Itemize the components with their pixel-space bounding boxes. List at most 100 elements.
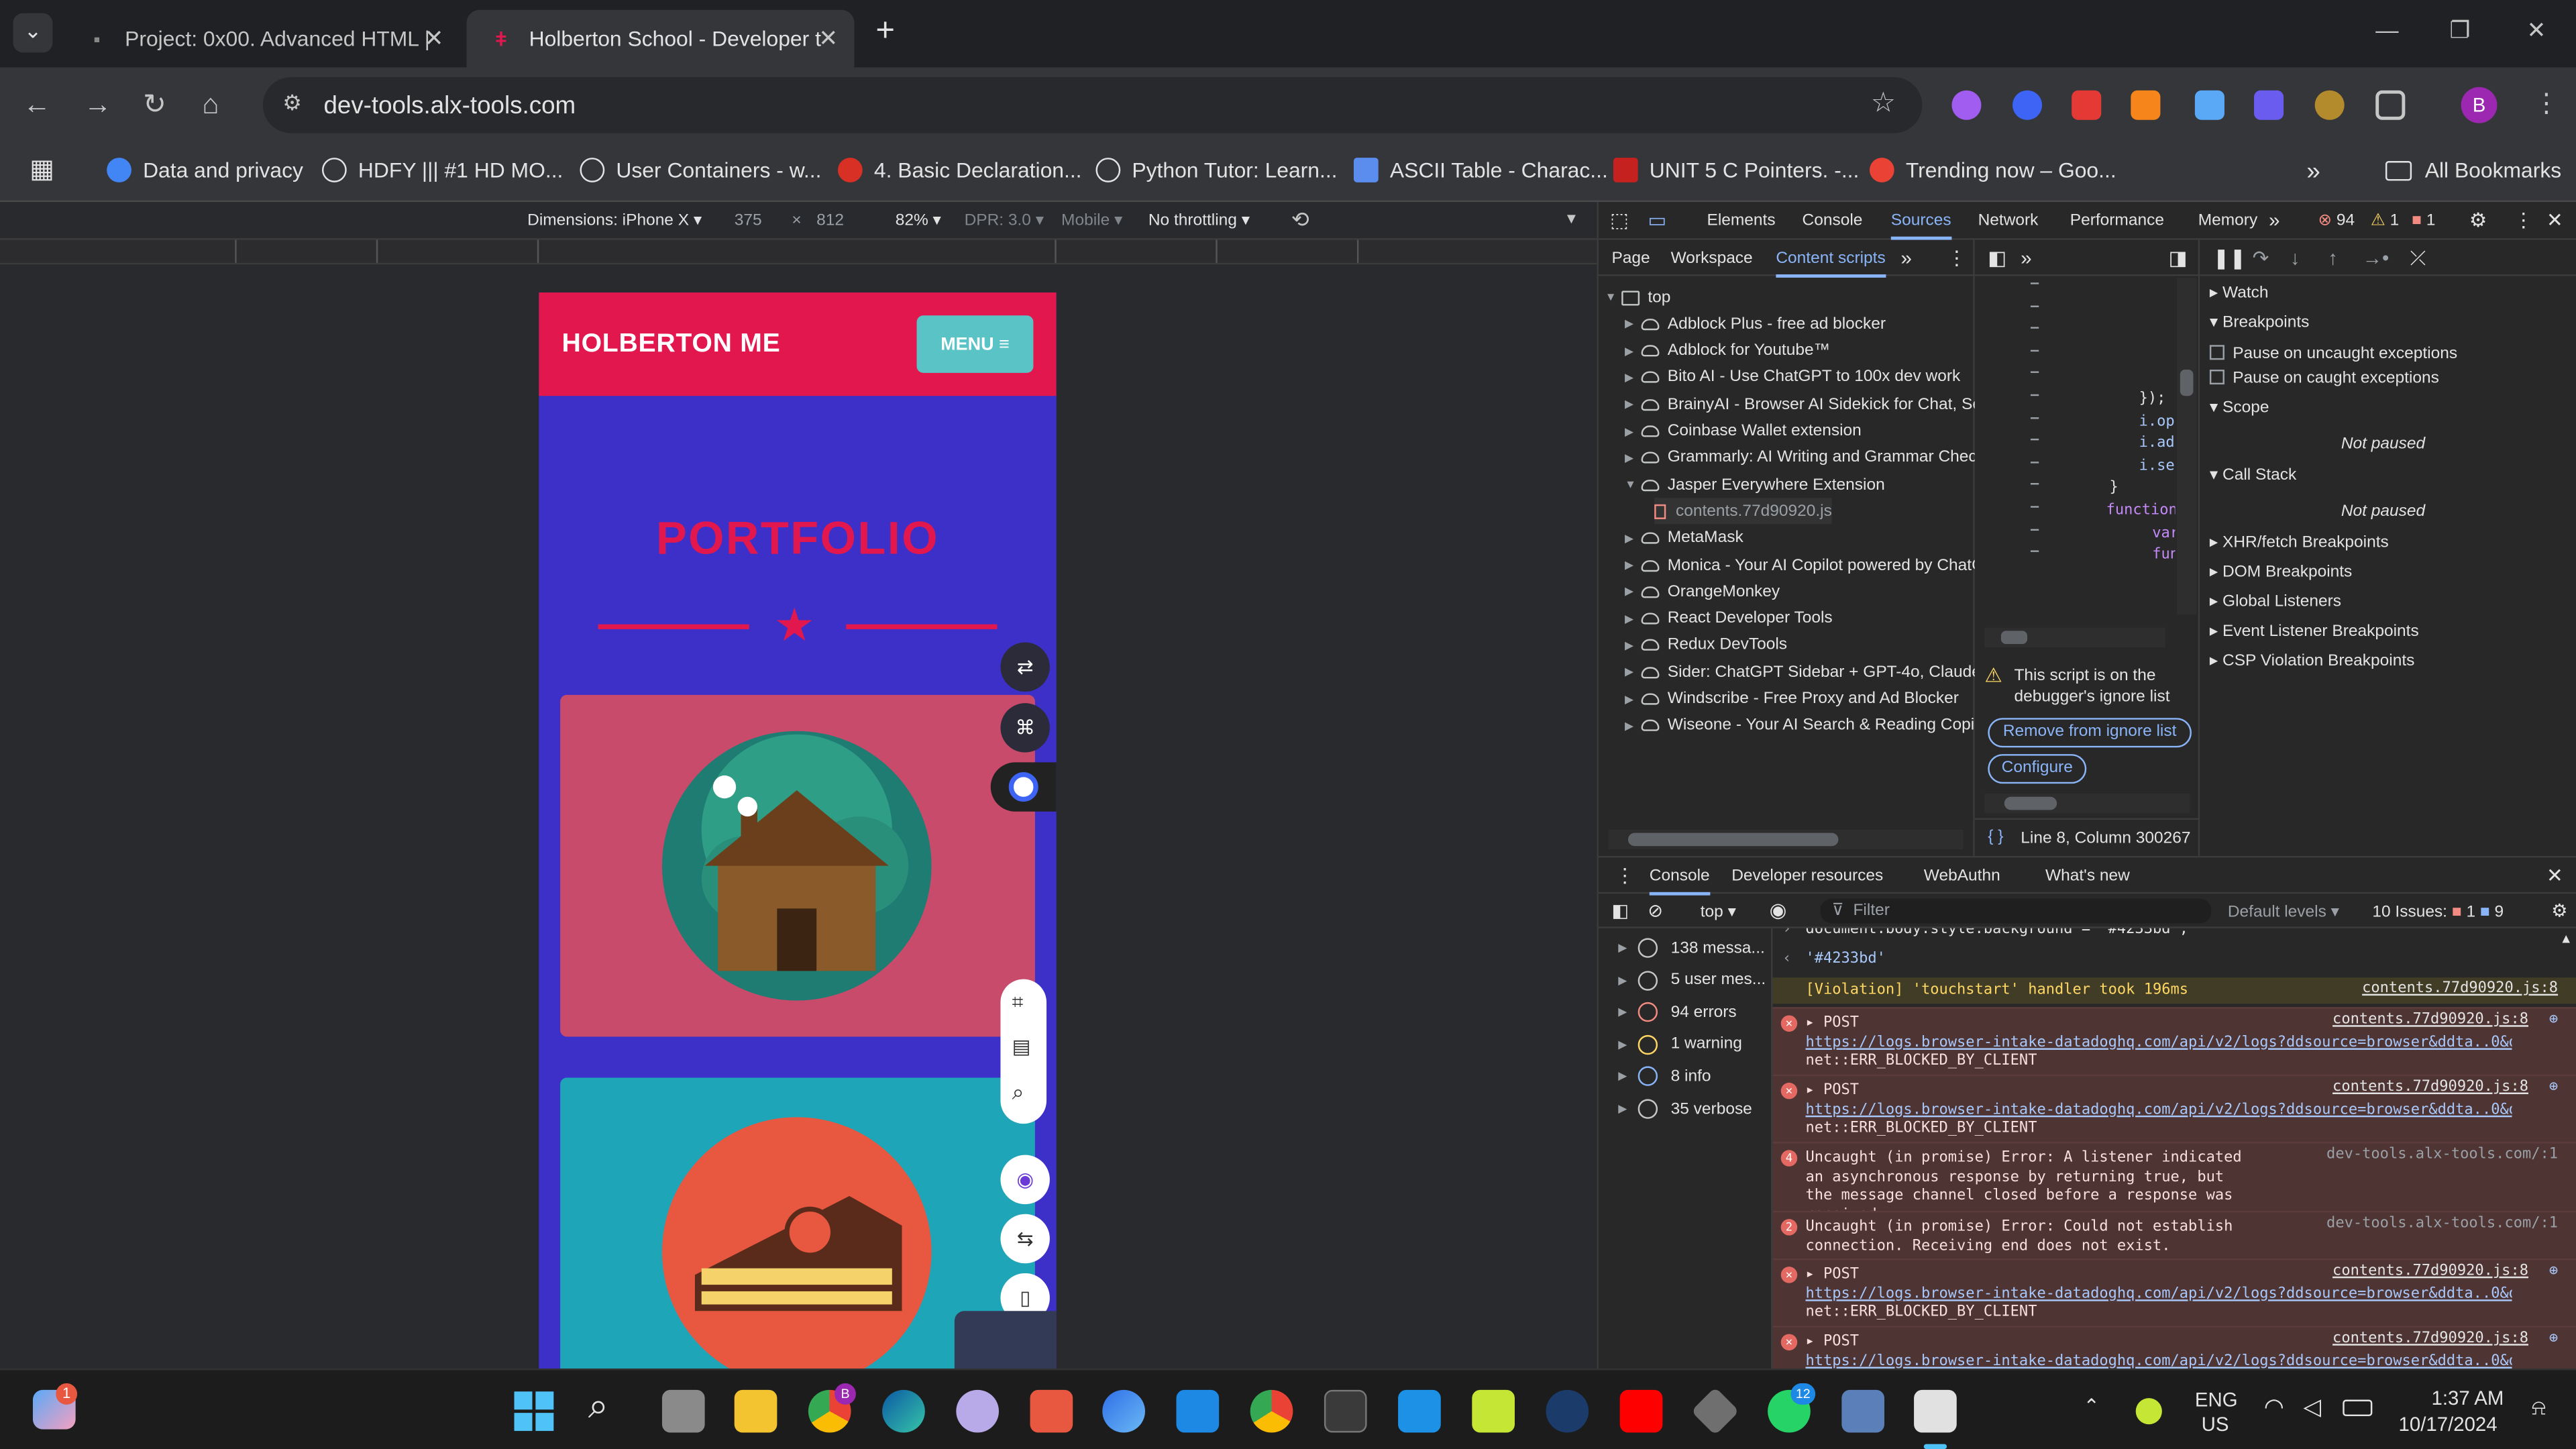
issues-counter[interactable]: 10 Issues: ■ 1 ■ 9 [2372,904,2504,922]
scroll-thumb[interactable] [2004,796,2057,810]
more-nav-icon[interactable]: » [1900,246,1911,269]
tab-network[interactable]: Network [1978,212,2039,230]
remove-ignore-button[interactable]: Remove from ignore list [1988,718,2192,748]
tree-extension[interactable]: ▶ BrainyAI - Browser AI Sidekick for Chat… [1625,391,1991,417]
tab-search-button[interactable]: ⌄ [13,13,53,53]
gutter-mark[interactable] [2030,550,2039,553]
xhr-breakpoints-section[interactable]: ▸ XHR/fetch Breakpoints [2210,534,2389,552]
warning-count[interactable]: ⚠ 1 [2371,212,2399,230]
pause-uncaught-checkbox[interactable]: Pause on uncaught exceptions [2209,345,2457,363]
scroll-up-icon[interactable]: ▲ [2560,932,2573,947]
drawer-menu-icon[interactable]: ⋮ [1615,864,1634,887]
youtube-icon[interactable] [1619,1389,1663,1433]
console-filter-input[interactable]: ⊽ Filter [1820,898,2212,924]
drawer-tab-developer-resources[interactable]: Developer resources [1731,867,1883,885]
brand-logo[interactable]: HOLBERTON ME [562,330,781,360]
tree-extension[interactable]: ▶ Monica - Your AI Copilot powered by Cha… [1625,552,1984,578]
tree-extension[interactable]: ▶ Grammarly: AI Writing and Grammar Check [1625,445,1985,471]
clear-console-icon[interactable]: ⊘ [1648,900,1663,922]
bookmark-trending[interactable]: Trending now – Goo... [1869,158,2116,182]
watch-section[interactable]: ▸ Watch [2210,284,2269,303]
nav-menu-icon[interactable]: ⋮ [1947,246,1966,269]
clock-date[interactable]: 10/17/2024 [2399,1413,2498,1436]
close-devtools-icon[interactable]: ✕ [2546,209,2563,231]
dom-breakpoints-section[interactable]: ▸ DOM Breakpoints [2210,564,2352,582]
tree-extension[interactable]: ▶ Adblock Plus - free ad blocker [1625,311,1886,337]
pause-icon[interactable]: ❚❚ [2213,246,2246,269]
address-bar[interactable]: ⚙ dev-tools.alx-tools.com ☆ [262,77,1923,133]
gutter-mark[interactable] [2030,327,2039,329]
tab-holberton[interactable]: ǂ Holberton School - Developer t ✕ [466,9,855,68]
toggle-debugger-icon[interactable]: ◨ [2169,246,2188,269]
tree-file[interactable]: contents.77d90920.js [1654,498,1832,525]
console-vscroll[interactable]: ▲ [2555,928,2576,1371]
gutter-mark[interactable] [2030,417,2039,419]
request-url-link[interactable]: https://logs.browser-intake-datadoghq.co… [1805,1285,2512,1304]
drawer-tab-whats-new[interactable]: What's new [2045,867,2130,885]
tab-elements[interactable]: Elements [1707,212,1776,230]
bookmark-ascii-table[interactable]: ASCII Table - Charac... [1353,158,1608,182]
csp-breakpoints-section[interactable]: ▸ CSP Violation Breakpoints [2210,652,2415,670]
message-source-link[interactable]: contents.77d90920.js:8 [2332,1331,2528,1350]
message-source-link[interactable]: dev-tools.alx-tools.com/:1 [2326,1146,2558,1165]
screenshot-icon[interactable]: ▤ [1012,1035,1031,1058]
more-files-icon[interactable]: » [2021,246,2031,269]
nav-tab-page[interactable]: Page [1611,250,1650,268]
call-stack-section[interactable]: ▾ Call Stack [2210,467,2296,485]
edge-icon[interactable] [882,1389,925,1433]
metamask-icon[interactable] [2131,90,2161,120]
tab-console[interactable]: Console [1803,212,1863,230]
pycharm-icon[interactable] [1472,1389,1515,1433]
inspect-icon[interactable]: ⬚ [1610,209,1629,231]
tray-app-icon[interactable] [2135,1398,2162,1425]
dpr-select[interactable]: DPR: 3.0 ▾ [965,212,1044,230]
configure-button[interactable]: Configure [1988,754,2087,784]
virtualbox-icon[interactable] [1841,1389,1885,1433]
translate-float-button[interactable]: ⇆ [1000,1214,1050,1264]
tab-memory[interactable]: Memory [2198,212,2257,230]
issue-count[interactable]: ■ 1 [2412,212,2435,230]
global-listeners-section[interactable]: ▸ Global Listeners [2210,593,2341,611]
zoom-select[interactable]: 82% ▾ [896,212,941,230]
extensions-puzzle-icon[interactable] [2375,90,2406,120]
tray-overflow-icon[interactable]: ⌃ [2083,1395,2100,1417]
step-out-icon[interactable]: ↑ [2328,246,2338,269]
tree-extension[interactable]: ▶ Wiseone - Your AI Search & Reading Copi… [1625,712,1987,739]
gutter-mark[interactable] [2030,528,2039,531]
tree-extension[interactable]: ▶ Windscribe - Free Proxy and Ad Blocker [1625,686,1959,712]
toggle-navigator-icon[interactable]: ◧ [1988,246,2006,269]
menu-button[interactable]: MENU ≡ [916,315,1034,373]
rotate-icon[interactable]: ⟲ [1291,207,1309,233]
wifi-icon[interactable]: ◠ [2264,1393,2284,1421]
git-icon[interactable] [1690,1387,1739,1436]
close-window-button[interactable]: ✕ [2527,16,2546,44]
apps-float-button[interactable]: ⌘ [1000,703,1050,753]
message-source-link[interactable]: contents.77d90920.js:8 [2362,981,2558,1000]
step-icon[interactable]: →• [2363,246,2390,269]
extension-d-icon[interactable] [2254,90,2284,120]
bookmark-user-containers[interactable]: User Containers - w... [580,158,822,182]
nav-tab-content-scripts[interactable]: Content scripts [1776,250,1886,278]
file-explorer-icon[interactable] [734,1389,777,1433]
docker-icon[interactable] [1398,1389,1441,1433]
profile-avatar[interactable]: B [2461,87,2498,123]
file-extension-icon[interactable] [2194,90,2224,120]
settings-gear-icon[interactable]: ⚙ [2469,209,2487,231]
translate-float-button[interactable]: ⇄ [1000,642,1050,692]
more-bookmarks-icon[interactable]: » [2306,158,2320,186]
editor-vscroll[interactable] [2176,277,2197,614]
scroll-top-button[interactable] [954,1311,1057,1369]
gutter-mark[interactable] [2030,305,2039,307]
bookmark-star-icon[interactable]: ☆ [1871,87,1896,120]
tree-extension[interactable]: ▶ React Developer Tools [1625,606,1833,632]
vscode-icon[interactable] [1176,1389,1220,1433]
console-settings-icon[interactable]: ⚙ [2551,900,2567,922]
tree-extension[interactable]: ▶ MetaMask [1625,525,1743,551]
monica-extension-icon[interactable] [2012,90,2043,120]
crop-icon[interactable]: ⌗ [1012,991,1024,1016]
bookmark-data-privacy[interactable]: Data and privacy [107,158,303,182]
message-source-link[interactable]: contents.77d90920.js:8 [2332,1012,2528,1031]
snipping-tool-icon[interactable] [1914,1389,1957,1433]
tree-extension[interactable]: ▼ Jasper Everywhere Extension [1625,472,1885,498]
log-levels-select[interactable]: Default levels ▾ [2228,904,2339,922]
